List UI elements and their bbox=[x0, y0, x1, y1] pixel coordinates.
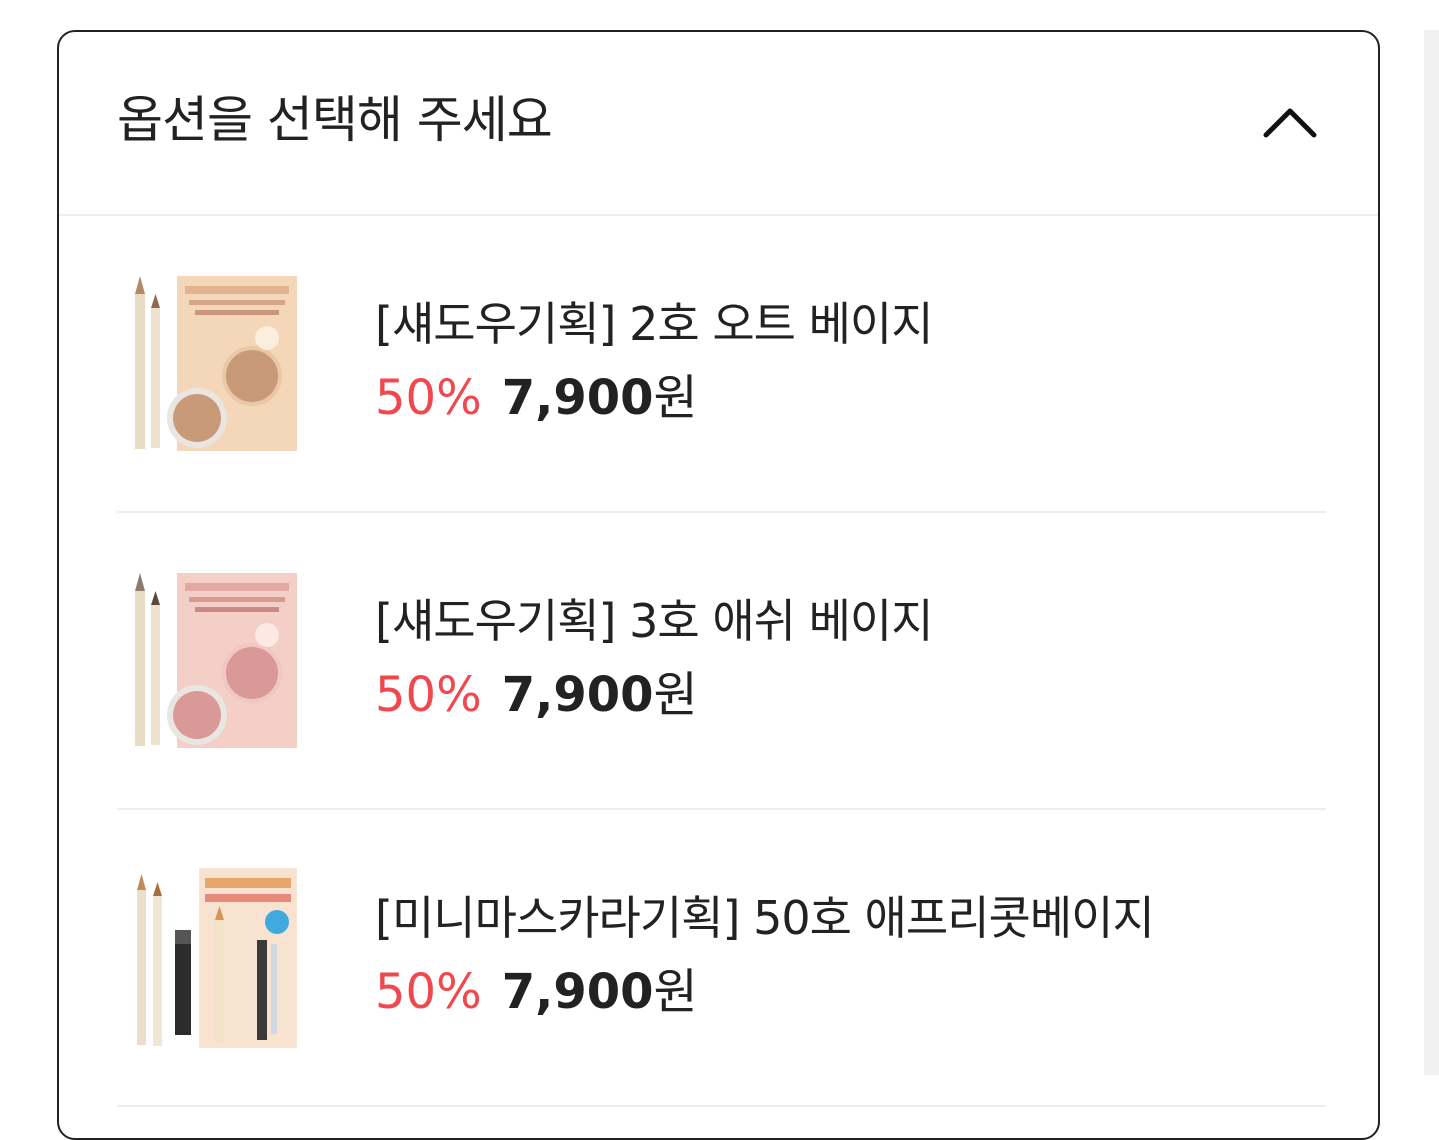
option-name: [섀도우기획] 3호 애쉬 베이지 bbox=[375, 594, 934, 648]
option-price-row: 50% 7,900원 bbox=[375, 667, 933, 723]
product-thumbnail bbox=[135, 276, 297, 451]
option-item[interactable]: [미니마스카라기획] 50호 애프리콧베이지 50% 7,900원 bbox=[117, 810, 1326, 1107]
option-text: [섀도우기획] 3호 애쉬 베이지 50% 7,900원 bbox=[375, 593, 934, 723]
option-item[interactable]: [섀도우기획] 2호 오트 베이지 50% 7,900원 bbox=[117, 216, 1326, 513]
option-name: [미니마스카라기획] 50호 애프리콧베이지 bbox=[375, 891, 1155, 945]
scrollbar[interactable] bbox=[1424, 30, 1439, 1075]
option-item[interactable]: [섀도우기획] 3호 애쉬 베이지 50% 7,900원 bbox=[117, 513, 1326, 810]
discount-rate: 50% bbox=[375, 667, 482, 723]
collapse-button[interactable] bbox=[1260, 92, 1320, 152]
sale-price: 7,900 bbox=[501, 370, 654, 426]
option-price-row: 50% 7,900원 bbox=[375, 964, 1154, 1020]
option-select-header[interactable]: 옵션을 선택해 주세요 bbox=[59, 32, 1378, 216]
discount-rate: 50% bbox=[375, 370, 482, 426]
option-select-panel: 옵션을 선택해 주세요 [섀도우기획] 2호 오트 베이지 50% 7,900원… bbox=[57, 30, 1380, 1140]
currency-unit: 원 bbox=[653, 964, 698, 1020]
panel-title: 옵션을 선택해 주세요 bbox=[117, 91, 553, 149]
option-text: [섀도우기획] 2호 오트 베이지 50% 7,900원 bbox=[375, 296, 934, 426]
product-thumbnail bbox=[135, 573, 297, 748]
option-price-row: 50% 7,900원 bbox=[375, 370, 933, 426]
currency-unit: 원 bbox=[653, 667, 698, 723]
sale-price: 7,900 bbox=[501, 667, 654, 723]
discount-rate: 50% bbox=[375, 964, 482, 1020]
product-thumbnail bbox=[137, 868, 297, 1048]
option-text: [미니마스카라기획] 50호 애프리콧베이지 50% 7,900원 bbox=[375, 890, 1155, 1020]
option-name: [섀도우기획] 2호 오트 베이지 bbox=[375, 297, 934, 351]
chevron-up-icon bbox=[1263, 108, 1317, 138]
currency-unit: 원 bbox=[653, 370, 698, 426]
sale-price: 7,900 bbox=[501, 964, 654, 1020]
option-list: [섀도우기획] 2호 오트 베이지 50% 7,900원 [섀도우기획] 3호 … bbox=[117, 216, 1326, 1107]
